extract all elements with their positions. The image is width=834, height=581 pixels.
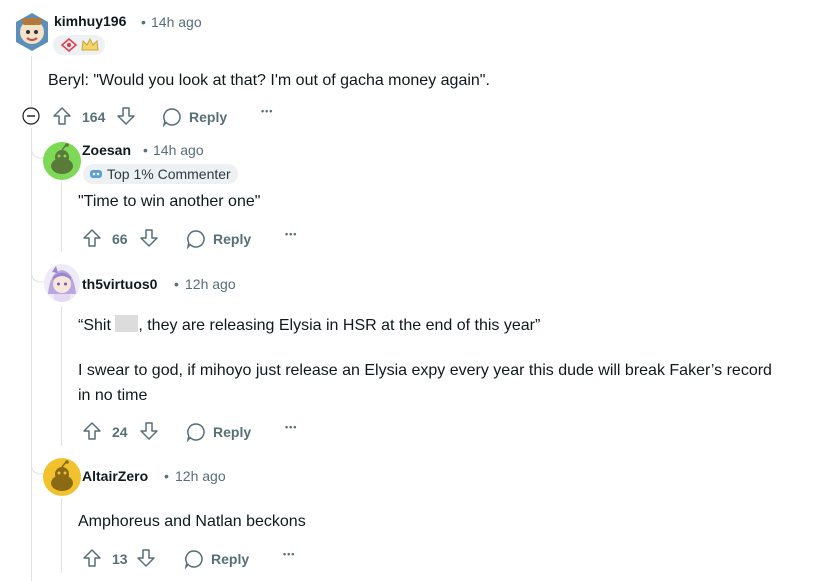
avatar[interactable] <box>43 458 81 496</box>
reply-label: Reply <box>213 231 252 247</box>
timestamp[interactable]: 14h ago <box>153 142 204 158</box>
reply-label: Reply <box>213 424 252 440</box>
flair-emblem-icon <box>60 37 78 53</box>
separator-dot: • <box>174 276 179 292</box>
timestamp[interactable]: 14h ago <box>151 14 202 30</box>
downvote-icon[interactable] <box>139 421 159 441</box>
comment-text: , they are releasing Elysia in HSR at th… <box>138 317 541 334</box>
username[interactable]: AltairZero <box>82 468 148 484</box>
thread-line[interactable] <box>31 56 32 106</box>
thread-line[interactable] <box>61 182 62 252</box>
vote-count: 24 <box>112 424 128 440</box>
comment-body: "Time to win another one" <box>78 193 261 210</box>
commenter-badge-icon <box>90 170 102 178</box>
avatar[interactable] <box>44 264 80 302</box>
upvote-icon[interactable] <box>82 228 102 248</box>
crown-icon <box>81 38 99 51</box>
avatar[interactable] <box>14 12 50 52</box>
more-options-button[interactable]: ••• <box>283 549 295 559</box>
comment-body: in no time <box>78 387 148 404</box>
upvote-icon[interactable] <box>52 106 72 126</box>
more-options-button[interactable]: ••• <box>285 422 297 432</box>
comment-bubble-icon <box>186 423 205 442</box>
comment-body: “Shit , they are releasing Elysia in HSR… <box>78 313 540 338</box>
thread-line[interactable] <box>31 128 32 581</box>
timestamp[interactable]: 12h ago <box>175 468 226 484</box>
comment-text: “Shit <box>78 317 116 334</box>
reply-button[interactable]: Reply <box>184 549 249 569</box>
upvote-icon[interactable] <box>82 548 102 568</box>
reply-button[interactable]: Reply <box>186 422 251 442</box>
avatar[interactable] <box>43 142 81 180</box>
flair-label: Top 1% Commenter <box>107 166 231 182</box>
username[interactable]: Zoesan <box>82 142 131 158</box>
comment-body: Amphoreus and Natlan beckons <box>78 513 306 530</box>
comment-bubble-icon <box>162 108 181 127</box>
vote-count: 164 <box>82 109 106 125</box>
reply-label: Reply <box>189 109 228 125</box>
upvote-icon[interactable] <box>82 421 102 441</box>
thread-line[interactable] <box>61 306 62 446</box>
username[interactable]: kimhuy196 <box>54 13 126 29</box>
reply-button[interactable]: Reply <box>186 229 251 249</box>
separator-dot: • <box>143 142 148 158</box>
separator-dot: • <box>141 14 146 30</box>
vote-count: 66 <box>112 231 128 247</box>
timestamp[interactable]: 12h ago <box>185 276 236 292</box>
redacted-text-block <box>115 315 139 332</box>
comment-body: Beryl: "Would you look at that? I'm out … <box>48 72 490 89</box>
thread-line[interactable] <box>61 498 62 573</box>
comment-bubble-icon <box>184 550 203 569</box>
downvote-icon[interactable] <box>116 106 136 126</box>
comment-bubble-icon <box>186 230 205 249</box>
separator-dot: • <box>164 468 169 484</box>
downvote-icon[interactable] <box>139 228 159 248</box>
username[interactable]: th5virtuos0 <box>82 276 157 292</box>
comment-body: I swear to god, if mihoyo just release a… <box>78 362 772 379</box>
user-flair <box>53 35 105 55</box>
reply-button[interactable]: Reply <box>162 107 227 127</box>
more-options-button[interactable]: ••• <box>285 229 297 239</box>
vote-count: 13 <box>112 551 128 567</box>
reply-label: Reply <box>211 551 250 567</box>
downvote-icon[interactable] <box>136 548 156 568</box>
user-flair-badge: Top 1% Commenter <box>83 164 238 184</box>
more-options-button[interactable]: ••• <box>261 106 273 116</box>
collapse-thread-button[interactable] <box>22 107 40 125</box>
